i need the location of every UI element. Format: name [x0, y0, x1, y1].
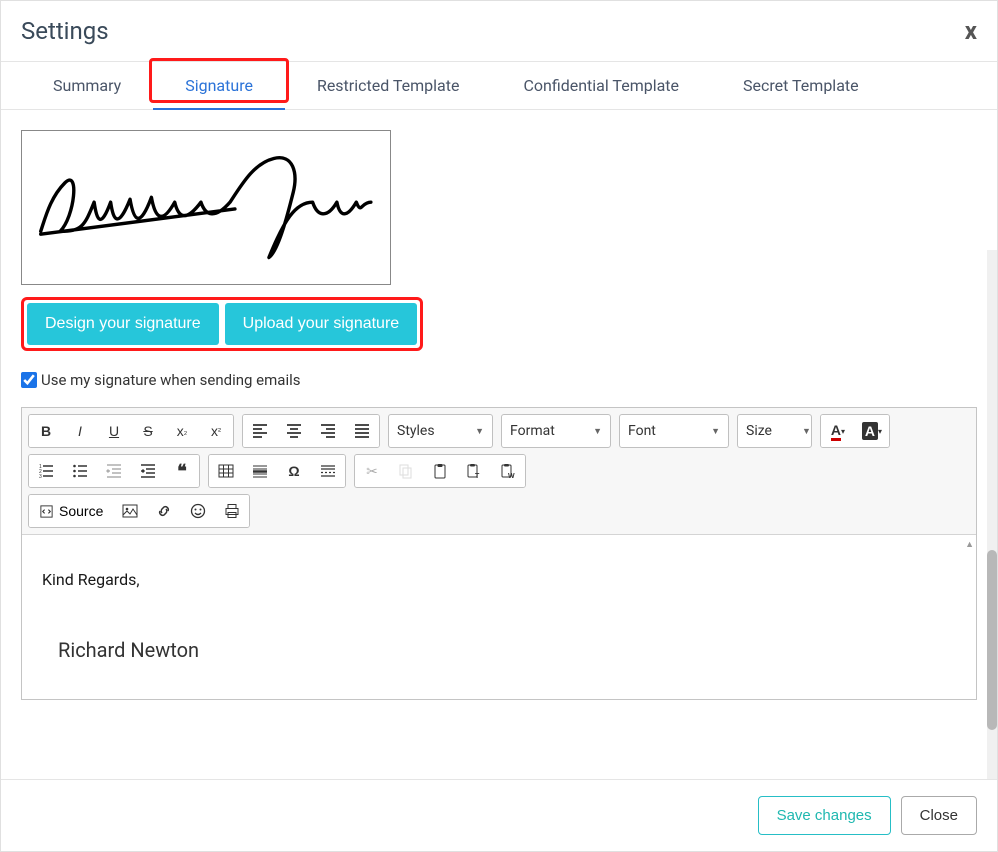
paste-word-icon[interactable]: W — [491, 455, 525, 487]
paste-text-icon[interactable]: T — [457, 455, 491, 487]
source-label: Source — [59, 503, 103, 519]
signature-greeting: Kind Regards, — [42, 565, 956, 595]
highlight-color-icon[interactable]: A▾ — [855, 415, 889, 447]
format-dropdown[interactable]: Format▼ — [501, 414, 611, 448]
image-icon[interactable] — [113, 495, 147, 527]
scroll-up-icon[interactable]: ▲ — [965, 537, 974, 554]
size-dropdown[interactable]: Size▼ — [737, 414, 812, 448]
copy-icon[interactable] — [389, 455, 423, 487]
styles-dropdown[interactable]: Styles▼ — [388, 414, 493, 448]
toolbar-row-2: 123 ❝ Ω ✂ — [28, 454, 970, 488]
paste-icon[interactable] — [423, 455, 457, 487]
cut-icon[interactable]: ✂ — [355, 455, 389, 487]
rich-text-editor: B I U S x₂ x² Styles▼ — [21, 407, 977, 700]
align-right-icon[interactable] — [311, 415, 345, 447]
upload-signature-button[interactable]: Upload your signature — [225, 303, 418, 345]
justify-icon[interactable] — [345, 415, 379, 447]
tab-restricted[interactable]: Restricted Template — [285, 62, 492, 109]
subscript-icon[interactable]: x₂ — [165, 415, 199, 447]
save-changes-button[interactable]: Save changes — [758, 796, 891, 835]
superscript-icon[interactable]: x² — [199, 415, 233, 447]
bold-icon[interactable]: B — [29, 415, 63, 447]
editor-toolbar: B I U S x₂ x² Styles▼ — [22, 408, 976, 535]
toolbar-row-1: B I U S x₂ x² Styles▼ — [28, 414, 970, 448]
toolbar-row-3: Source — [28, 494, 970, 528]
bullet-list-icon[interactable] — [63, 455, 97, 487]
close-icon[interactable]: x — [965, 17, 977, 45]
hr-icon[interactable] — [243, 455, 277, 487]
content-scrollbar[interactable] — [987, 250, 997, 779]
strikethrough-icon[interactable]: S — [131, 415, 165, 447]
italic-icon[interactable]: I — [63, 415, 97, 447]
scrollbar-thumb[interactable] — [987, 550, 997, 730]
source-button[interactable]: Source — [29, 495, 113, 527]
tab-secret[interactable]: Secret Template — [711, 62, 891, 109]
tab-content: Design your signature Upload your signat… — [1, 110, 997, 779]
outdent-icon[interactable] — [97, 455, 131, 487]
format-label: Format — [510, 423, 555, 439]
page-break-icon[interactable] — [311, 455, 345, 487]
size-label: Size — [746, 423, 772, 439]
signature-preview — [21, 130, 391, 285]
blockquote-icon[interactable]: ❝ — [165, 455, 199, 487]
special-char-icon[interactable]: Ω — [277, 455, 311, 487]
use-signature-label: Use my signature when sending emails — [41, 371, 300, 389]
link-icon[interactable] — [147, 495, 181, 527]
source-icon — [39, 504, 54, 519]
editor-content[interactable]: ▲ Kind Regards, Richard Newton — [22, 535, 976, 699]
font-dropdown[interactable]: Font▼ — [619, 414, 729, 448]
svg-text:3: 3 — [39, 474, 42, 479]
emoji-icon[interactable] — [181, 495, 215, 527]
tab-signature[interactable]: Signature — [153, 62, 285, 109]
table-icon[interactable] — [209, 455, 243, 487]
svg-text:W: W — [508, 473, 515, 479]
font-label: Font — [628, 423, 656, 439]
underline-icon[interactable]: U — [97, 415, 131, 447]
numbered-list-icon[interactable]: 123 — [29, 455, 63, 487]
styles-label: Styles — [397, 423, 435, 439]
modal-header: Settings x — [1, 1, 997, 62]
modal-title: Settings — [21, 17, 109, 45]
use-signature-checkbox[interactable] — [21, 372, 37, 388]
tab-bar: Summary Signature Restricted Template Co… — [1, 62, 997, 110]
editor-wrapper: B I U S x₂ x² Styles▼ — [21, 407, 977, 700]
signature-buttons-highlighted: Design your signature Upload your signat… — [21, 297, 423, 351]
print-icon[interactable] — [215, 495, 249, 527]
align-left-icon[interactable] — [243, 415, 277, 447]
use-signature-checkbox-row[interactable]: Use my signature when sending emails — [21, 371, 977, 389]
settings-modal: Settings x Summary Signature Restricted … — [0, 0, 998, 852]
tab-signature-wrapper: Signature — [153, 62, 285, 109]
indent-icon[interactable] — [131, 455, 165, 487]
signature-name: Richard Newton — [42, 631, 956, 669]
signature-image — [31, 142, 381, 272]
design-signature-button[interactable]: Design your signature — [27, 303, 219, 345]
tab-confidential[interactable]: Confidential Template — [491, 62, 711, 109]
text-color-icon[interactable]: A▾ — [821, 415, 855, 447]
align-center-icon[interactable] — [277, 415, 311, 447]
svg-text:T: T — [475, 473, 480, 479]
tab-summary[interactable]: Summary — [21, 62, 153, 109]
close-button[interactable]: Close — [901, 796, 977, 835]
modal-footer: Save changes Close — [1, 779, 997, 851]
